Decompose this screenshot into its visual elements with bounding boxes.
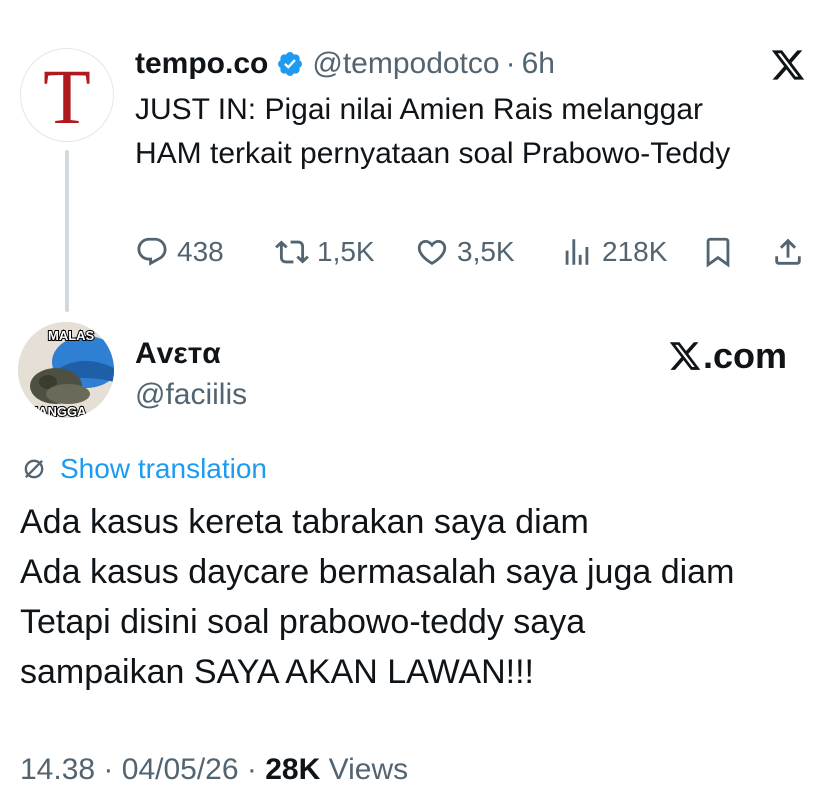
- quoted-tweet-header: tempo.co @tempodotco · 6h: [135, 42, 555, 86]
- translate-icon: [24, 459, 44, 479]
- tweet-time[interactable]: 14.38: [20, 753, 95, 786]
- author-handle[interactable]: @faciilis: [135, 375, 247, 415]
- heart-icon: [417, 239, 447, 265]
- tweet-text-line: sampaikan SAYA AKAN LAWAN!!!: [20, 653, 534, 691]
- header-separator: ·: [505, 47, 516, 80]
- verified-badge-icon: [276, 50, 304, 78]
- tweet-text-line: Tetapi disini soal prabowo-teddy saya: [20, 603, 586, 641]
- tweet-text-line: Ada kasus daycare bermasalah saya juga d…: [20, 553, 735, 591]
- quoted-author-name[interactable]: tempo.co: [135, 47, 268, 81]
- views-count: 218K: [602, 236, 668, 267]
- meta-separator: ·: [103, 753, 114, 786]
- bookmark-button[interactable]: [701, 232, 735, 272]
- like-count: 3,5K: [457, 236, 515, 267]
- show-translation-label: Show translation: [60, 453, 268, 484]
- tempo-avatar[interactable]: T: [20, 48, 114, 142]
- thread-connector-line: [65, 150, 69, 312]
- user-avatar[interactable]: MALAS ENANGGA: [18, 322, 114, 418]
- quoted-tweet-text: JUST IN: Pigai nilai Amien Rais melangga…: [135, 93, 731, 170]
- bookmark-icon: [706, 237, 730, 268]
- quoted-tweet-time[interactable]: 6h: [522, 47, 555, 81]
- avatar-caption-bottom: ENANGGA: [20, 404, 87, 418]
- views-button[interactable]: 218K: [560, 232, 667, 272]
- views-total: 28K: [265, 753, 321, 786]
- retweet-count: 1,5K: [317, 236, 375, 267]
- share-button[interactable]: [771, 232, 805, 272]
- tweet-text: Ada kasus kereta tabrakan saya diam Ada …: [20, 497, 820, 697]
- retweet-button[interactable]: 1,5K: [275, 232, 375, 272]
- share-icon: [775, 238, 801, 265]
- reply-icon: [137, 237, 167, 266]
- reply-button[interactable]: 438: [135, 232, 224, 272]
- avatar-caption-top: MALAS: [48, 328, 95, 343]
- author-name[interactable]: Αvεтα: [135, 334, 221, 374]
- x-com-watermark: .com: [668, 334, 787, 378]
- meta-separator: ·: [246, 753, 257, 786]
- x-logo-icon: [770, 47, 806, 83]
- tweet-date[interactable]: 04/05/26: [122, 753, 239, 786]
- quoted-tweet-actions: 438 1,5K 3,5K 218K: [135, 232, 815, 272]
- show-translation-link[interactable]: Show translation: [20, 450, 267, 488]
- reply-count: 438: [177, 236, 224, 267]
- tempo-avatar-letter: T: [43, 53, 91, 140]
- views-label: Views: [328, 753, 409, 786]
- views-chart-icon: [565, 239, 589, 265]
- avatar-image: MALAS ENANGGA: [18, 322, 114, 418]
- tweet-text-line: Ada kasus kereta tabrakan saya diam: [20, 503, 589, 541]
- retweet-icon: [275, 240, 309, 264]
- like-button[interactable]: 3,5K: [415, 232, 515, 272]
- quoted-author-handle[interactable]: @tempodotco: [312, 47, 499, 81]
- tweet-meta: 14.38 · 04/05/26 · 28K Views: [20, 750, 408, 790]
- watermark-text: .com: [703, 335, 788, 376]
- x-watermark-logo-icon: [669, 342, 701, 370]
